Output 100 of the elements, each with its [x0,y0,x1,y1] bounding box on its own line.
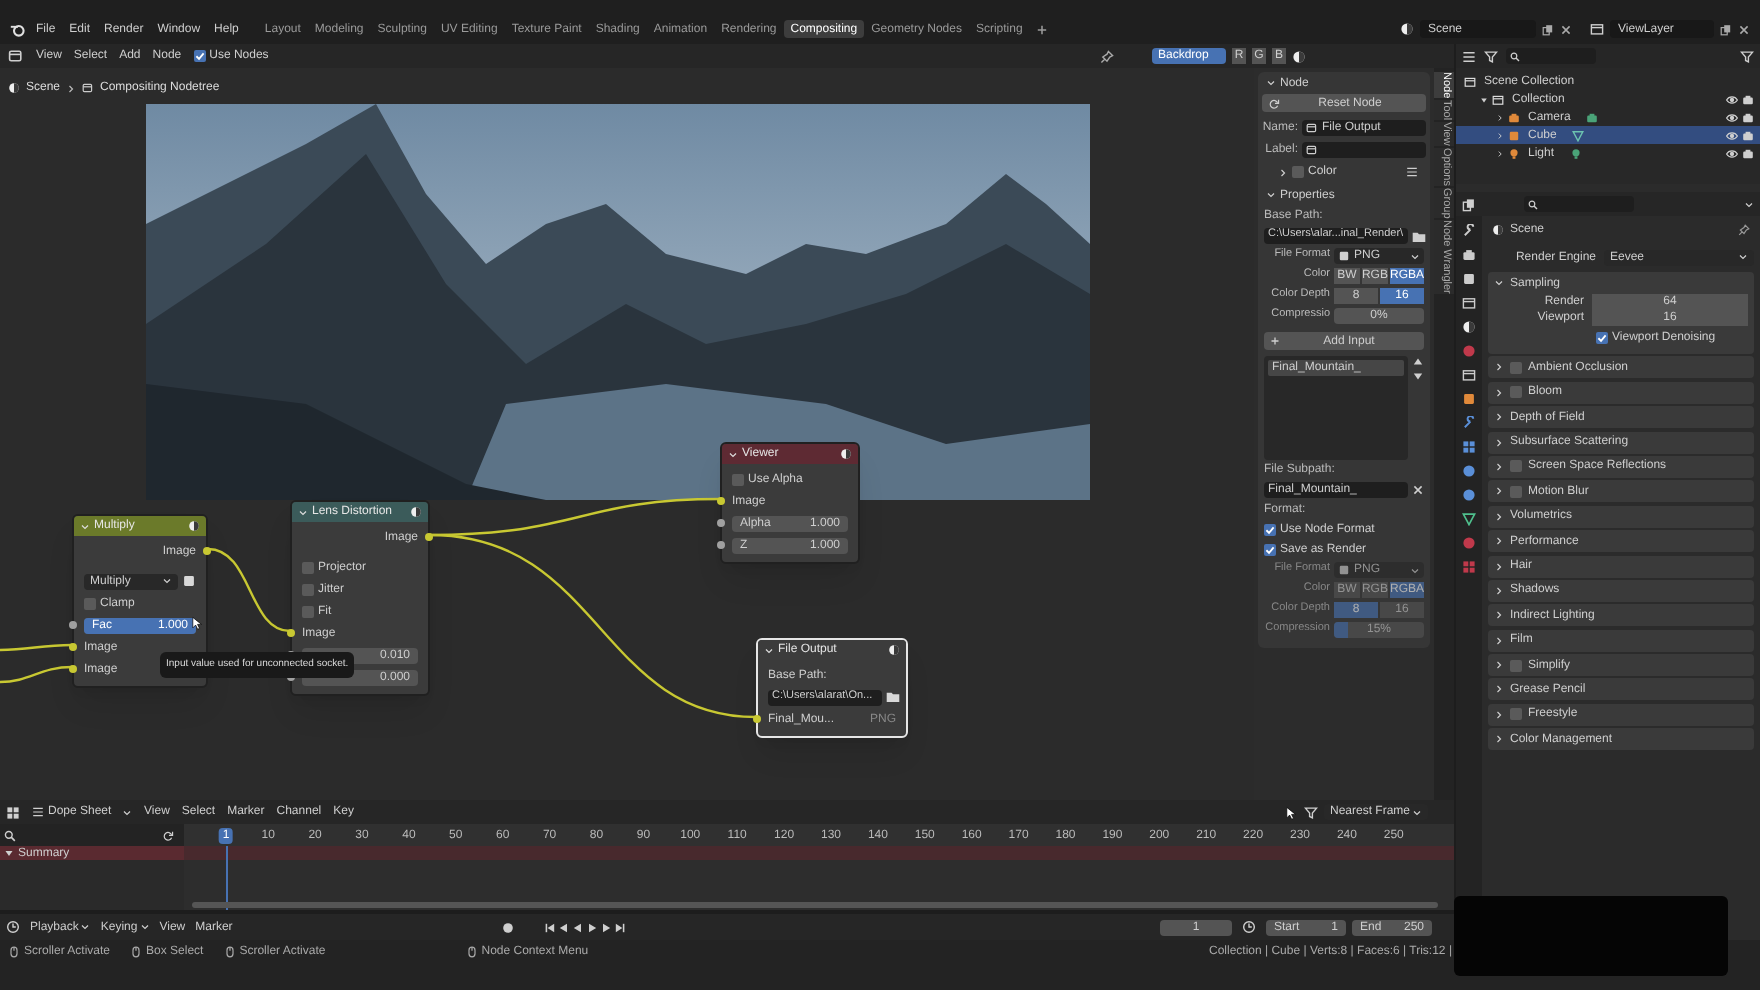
checkbox[interactable] [302,583,314,595]
node-link [207,547,291,633]
editor-type-icon[interactable] [6,805,20,819]
checkbox[interactable] [732,473,744,485]
jump-start-icon[interactable] [544,921,557,933]
eye-icon[interactable] [1726,147,1738,159]
scrollbar[interactable] [192,902,1438,908]
preview-sphere-icon[interactable] [888,644,900,656]
chevron-icon [298,507,308,517]
view-layer-icon[interactable] [1590,22,1604,36]
filter-icon[interactable] [1484,49,1498,63]
eye-icon[interactable] [1726,93,1738,105]
modifier-tab-icon[interactable] [1462,416,1476,430]
close-icon[interactable] [1738,23,1750,35]
editor-type-icon[interactable] [6,920,20,934]
render-icon[interactable] [1742,129,1754,141]
search-field[interactable] [1506,48,1596,64]
checkbox[interactable] [1264,544,1276,556]
view-layer-tab-icon[interactable] [1462,296,1476,310]
move-down-icon[interactable] [1412,370,1424,382]
label-field[interactable] [1302,141,1426,157]
mesh-data-tab-icon[interactable] [1462,512,1476,526]
play-reverse-icon[interactable] [572,921,585,933]
chevron-icon [1494,610,1504,621]
close-icon[interactable] [1560,23,1572,35]
node-link [0,643,72,652]
editor-type-icon[interactable] [1462,197,1476,211]
eye-icon[interactable] [1726,111,1738,123]
blender-logo-icon[interactable] [10,22,26,38]
scene-icon[interactable] [1400,22,1414,36]
light-icon [1508,147,1520,159]
render-icon[interactable] [1742,147,1754,159]
caret-icon [1412,807,1422,817]
collection-tab-icon[interactable] [1462,368,1476,382]
mesh-data-icon [1572,129,1585,141]
pin-icon[interactable] [1100,49,1114,63]
preview-sphere-icon[interactable] [410,506,422,518]
output-tab-icon[interactable] [1462,272,1476,286]
chevron-icon [1494,536,1504,547]
filter-icon[interactable] [1740,49,1754,63]
move-up-icon[interactable] [1412,356,1424,368]
checkbox[interactable] [193,50,206,62]
add-workspace-icon[interactable] [1036,23,1049,35]
preview-sphere-icon[interactable] [840,448,852,460]
editor-type-icon[interactable] [8,48,24,64]
display-mode-icon[interactable] [1462,49,1476,63]
eye-icon[interactable] [1726,129,1738,141]
socket-icon [68,642,78,652]
select-icon[interactable] [1284,805,1298,819]
particles-tab-icon[interactable] [1462,440,1476,454]
jump-end-icon[interactable] [614,921,627,933]
search-icon [1510,51,1520,61]
checkbox[interactable] [1510,460,1522,473]
texture-tab-icon[interactable] [1462,560,1476,574]
constraints-tab-icon[interactable] [1462,488,1476,502]
clear-icon[interactable] [1412,484,1424,496]
checkbox[interactable] [302,561,314,573]
checkbox[interactable] [84,597,96,609]
mouse-icon [8,946,20,958]
checkbox[interactable] [1596,331,1608,343]
duplicate-icon[interactable] [1542,23,1554,35]
folder-icon[interactable] [886,690,900,704]
scene-tab-icon[interactable] [1462,320,1476,334]
checkbox[interactable] [1510,361,1522,374]
caret-icon [1410,565,1420,575]
material-tab-icon[interactable] [1462,536,1476,550]
preview-sphere-icon[interactable] [188,520,200,532]
caret-icon[interactable] [1744,199,1754,209]
checkbox[interactable] [1510,386,1522,399]
display-icon[interactable] [1292,49,1306,63]
checkbox[interactable] [1292,166,1304,178]
search-field[interactable] [1524,196,1634,212]
render-icon[interactable] [1742,93,1754,105]
physics-tab-icon[interactable] [1462,464,1476,478]
chevron-icon [1494,684,1504,695]
object-tab-icon[interactable] [1462,392,1476,406]
checkbox[interactable] [1510,708,1522,721]
render-tab-icon[interactable] [1462,248,1476,262]
record-icon[interactable] [502,921,515,933]
duplicate-icon[interactable] [1720,23,1732,35]
world-tab-icon[interactable] [1462,344,1476,358]
play-icon[interactable] [586,921,599,933]
image-icon [1338,564,1350,576]
collection-icon [1464,75,1476,87]
folder-icon[interactable] [1411,229,1426,243]
checkbox[interactable] [1264,524,1276,536]
pin-icon[interactable] [1738,224,1750,236]
filter-icon[interactable] [1304,805,1318,819]
render-icon[interactable] [1742,111,1754,123]
chevron-icon [1494,709,1504,720]
checkbox[interactable] [302,605,314,617]
list-icon[interactable] [1406,166,1418,178]
search-icon[interactable] [4,829,16,841]
tool-tab-icon[interactable] [1462,224,1476,238]
toggle-icon[interactable] [182,574,196,588]
checkbox[interactable] [1510,485,1522,498]
checkbox[interactable] [1510,659,1522,672]
sync-icon[interactable] [162,829,174,841]
clock-icon[interactable] [1242,920,1256,934]
dope-sheet-icon [32,806,44,818]
